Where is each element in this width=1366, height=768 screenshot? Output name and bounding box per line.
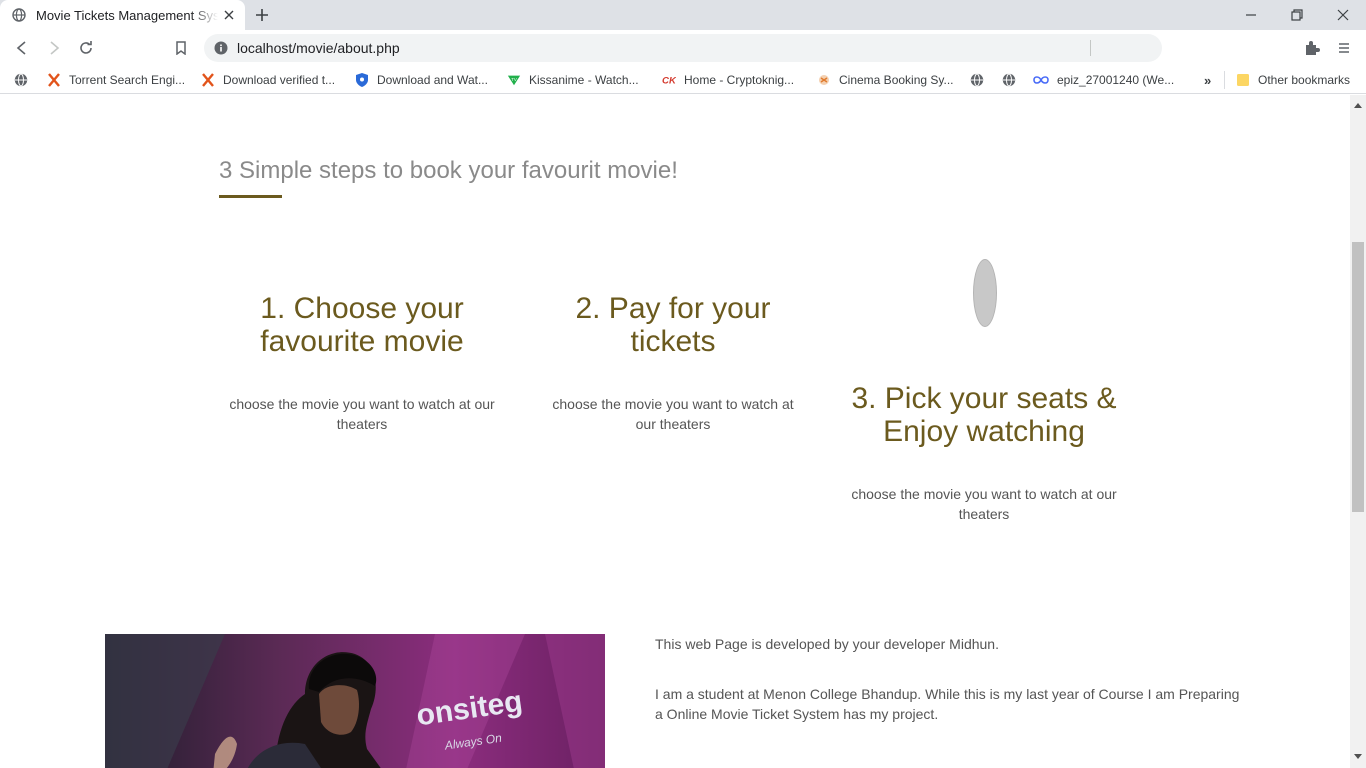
bookmark-item-kissanime[interactable]: TV Kissanime - Watch... xyxy=(507,70,639,90)
step-2-description: choose the movie you want to watch at ou… xyxy=(552,396,794,432)
tab-title: Movie Tickets Management System xyxy=(36,7,218,23)
globe-icon xyxy=(14,73,28,87)
url-text: localhost/movie/about.php xyxy=(237,40,400,56)
section-title: 3 Simple steps to book your favourit mov… xyxy=(219,157,678,184)
svg-text:CK: CK xyxy=(662,76,676,87)
bookmark-label: Cinema Booking Sy... xyxy=(839,73,954,87)
extensions-icon[interactable] xyxy=(1300,36,1324,60)
step-1-title: 1. Choose your favourite movie xyxy=(260,292,464,358)
bookmarks-divider xyxy=(1224,71,1225,89)
developer-photo: onsiteg Always On xyxy=(105,634,605,768)
bookmark-icon[interactable] xyxy=(169,36,193,60)
bookmark-label: Home - Cryptoknig... xyxy=(684,73,795,87)
bookmark-item-cinema-booking[interactable]: Cinema Booking Sy... xyxy=(817,70,954,90)
step-2: 2. Pay for your tickets choose the movie… xyxy=(541,292,805,432)
bookmark-globe-2[interactable] xyxy=(970,70,992,90)
bookmark-item-epiz[interactable]: epiz_27001240 (We... xyxy=(1033,70,1174,90)
tab-strip: Movie Tickets Management System xyxy=(0,0,1366,30)
forward-icon[interactable] xyxy=(42,36,66,60)
address-bar[interactable]: localhost/movie/about.php xyxy=(204,34,1162,62)
page-scrollbar[interactable] xyxy=(1350,95,1366,768)
ck-logo-icon: CK xyxy=(662,73,676,87)
browser-tab[interactable]: Movie Tickets Management System xyxy=(0,0,245,30)
bookmark-label: Download and Wat... xyxy=(377,73,488,87)
bookmark-label: Torrent Search Engi... xyxy=(69,73,186,87)
folder-icon xyxy=(1236,73,1250,87)
page-viewport: 3 Simple steps to book your favourit mov… xyxy=(0,95,1350,768)
bookmark-label: Other bookmarks xyxy=(1258,73,1351,87)
bookmarks-overflow-chevron[interactable]: » xyxy=(1204,70,1211,90)
new-tab-icon[interactable] xyxy=(252,5,272,25)
step-1-description: choose the movie you want to watch at ou… xyxy=(229,396,495,432)
step-3: 3. Pick your seats & Enjoy watching choo… xyxy=(838,382,1130,522)
bookmark-item-torrent[interactable]: Torrent Search Engi... xyxy=(47,70,185,90)
bookmark-item-download-watch[interactable]: Download and Wat... xyxy=(355,70,488,90)
restore-icon[interactable] xyxy=(1274,0,1320,30)
globe-icon xyxy=(12,8,26,22)
scroll-up-arrow-icon[interactable] xyxy=(1354,103,1362,108)
shield-icon xyxy=(355,73,369,87)
bookmarks-bar: Torrent Search Engi... Download verified… xyxy=(0,66,1366,94)
globe-icon xyxy=(1002,73,1016,87)
about-line-1: This web Page is developed by your devel… xyxy=(655,636,999,652)
reload-icon[interactable] xyxy=(74,36,98,60)
step-3-title: 3. Pick your seats & Enjoy watching xyxy=(851,382,1117,448)
bookmark-globe-3[interactable] xyxy=(1002,70,1024,90)
bookmark-item-cryptoknights[interactable]: CK Home - Cryptoknig... xyxy=(662,70,794,90)
step-3-description: choose the movie you want to watch at ou… xyxy=(851,486,1117,522)
menu-icon[interactable] xyxy=(1332,36,1356,60)
globe-icon xyxy=(970,73,984,87)
back-icon[interactable] xyxy=(10,36,34,60)
bookmark-item-download-verified[interactable]: Download verified t... xyxy=(201,70,335,90)
close-window-icon[interactable] xyxy=(1320,0,1366,30)
infinity-icon xyxy=(1033,73,1049,87)
x-logo-icon xyxy=(47,73,61,87)
title-underline xyxy=(219,195,282,198)
cinema-logo-icon xyxy=(817,73,831,87)
scroll-down-arrow-icon[interactable] xyxy=(1354,754,1362,759)
close-tab-icon[interactable] xyxy=(221,7,237,23)
x-logo-icon xyxy=(201,73,215,87)
bookmark-item-other[interactable]: Other bookmarks xyxy=(1236,70,1350,90)
bookmark-label: Download verified t... xyxy=(223,73,336,87)
site-info-icon[interactable] xyxy=(214,41,228,55)
step-3-image-placeholder xyxy=(973,259,997,327)
svg-text:TV: TV xyxy=(511,77,517,82)
omnibox-divider xyxy=(1090,40,1091,56)
bookmark-label: Kissanime - Watch... xyxy=(529,73,639,87)
minimize-icon[interactable] xyxy=(1228,0,1274,30)
tv-icon: TV xyxy=(507,73,521,87)
about-line-2: I am a student at Menon College Bhandup.… xyxy=(655,686,1240,722)
step-2-title: 2. Pay for your tickets xyxy=(575,292,771,358)
scrollbar-thumb[interactable] xyxy=(1352,242,1364,512)
step-1: 1. Choose your favourite movie choose th… xyxy=(216,292,508,432)
bookmark-label: epiz_27001240 (We... xyxy=(1057,73,1175,87)
bookmark-globe-1[interactable] xyxy=(14,70,36,90)
